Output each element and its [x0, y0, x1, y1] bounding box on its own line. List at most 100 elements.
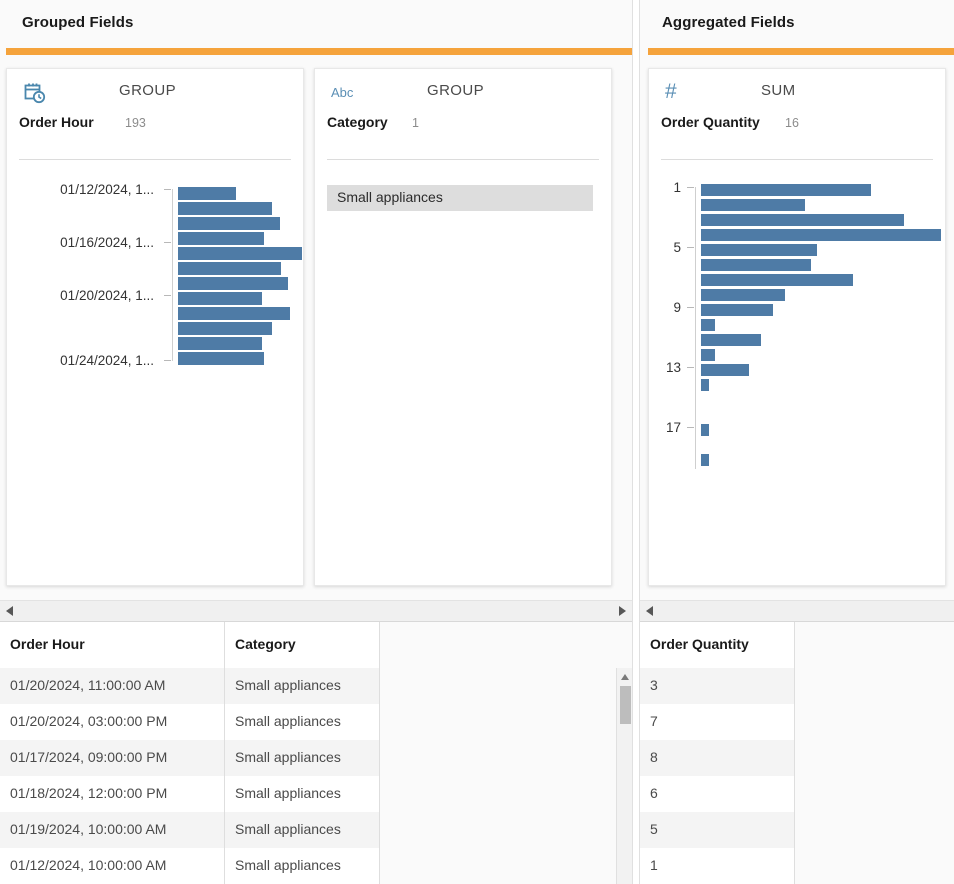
table-row[interactable]: 01/19/2024, 10:00:00 AM Small appliances — [0, 812, 380, 848]
order-hour-bar-chart[interactable]: 01/12/2024, 1... 01/16/2024, 1... 01/20/… — [7, 167, 303, 581]
axis-tick-label: 17 — [649, 420, 681, 435]
chart-bar[interactable] — [178, 352, 264, 365]
grouped-fields-title: Grouped Fields — [22, 14, 133, 31]
card-divider — [661, 159, 933, 160]
chart-bar[interactable] — [701, 364, 749, 376]
chart-bar[interactable] — [178, 292, 262, 305]
field-card-order-hour[interactable]: GROUP Order Hour 193 01/12/2024, 1... — [6, 68, 304, 586]
table-row[interactable]: 01/12/2024, 10:00:00 AM Small appliances — [0, 848, 380, 884]
axis-tick — [687, 187, 694, 188]
table-row[interactable]: 01/20/2024, 11:00:00 AM Small appliances — [0, 668, 380, 704]
table-cell-text: Small appliances — [235, 749, 341, 765]
chart-bar[interactable] — [701, 334, 761, 346]
left-data-grid[interactable]: Order Hour Category 01/20/2024, 11:00:00… — [0, 622, 632, 884]
left-pane-hscrollbar[interactable] — [0, 600, 632, 622]
left-arrow-icon[interactable] — [6, 606, 13, 616]
field-card-category[interactable]: Abc GROUP Category 1 Small appliances — [314, 68, 612, 586]
card-field-row: Order Quantity 16 — [649, 111, 945, 145]
column-header-order-quantity[interactable]: Order Quantity — [640, 622, 795, 668]
table-row[interactable]: 8 — [640, 740, 795, 776]
chart-bar[interactable] — [178, 337, 262, 350]
chart-bar[interactable] — [178, 217, 280, 230]
chart-bar[interactable] — [701, 319, 715, 331]
chart-bar[interactable] — [178, 187, 236, 200]
table-row[interactable]: 7 — [640, 704, 795, 740]
chart-bar[interactable] — [178, 277, 288, 290]
table-row[interactable]: 1 — [640, 848, 795, 884]
table-row[interactable]: 01/20/2024, 03:00:00 PM Small appliances — [0, 704, 380, 740]
chart-bar[interactable] — [701, 379, 709, 391]
axis-tick — [164, 242, 171, 243]
chart-bar[interactable] — [701, 199, 805, 211]
table-cell-text: 01/17/2024, 09:00:00 PM — [10, 749, 167, 765]
chart-bar[interactable] — [178, 322, 272, 335]
card-aggregation-label: GROUP — [119, 82, 176, 99]
chart-bar[interactable] — [701, 349, 715, 361]
axis-tick — [687, 307, 694, 308]
column-header-label: Order Quantity — [650, 636, 749, 652]
up-arrow-icon[interactable] — [621, 674, 629, 680]
table-row[interactable]: 3 — [640, 668, 795, 704]
table-row[interactable]: 5 — [640, 812, 795, 848]
table-cell: 7 — [640, 704, 795, 740]
chart-bar[interactable] — [701, 454, 709, 466]
chart-bar[interactable] — [701, 214, 904, 226]
column-header-category[interactable]: Category — [225, 622, 380, 668]
axis-tick-label: 5 — [649, 240, 681, 255]
chart-bar[interactable] — [701, 274, 853, 286]
table-cell: Small appliances — [225, 848, 380, 884]
order-quantity-bar-chart[interactable]: 1 5 9 13 17 — [649, 167, 945, 581]
chart-bar[interactable] — [178, 202, 272, 215]
table-cell: 01/20/2024, 03:00:00 PM — [0, 704, 225, 740]
grid-body: 01/20/2024, 11:00:00 AM Small appliances… — [0, 668, 632, 884]
table-cell: 01/19/2024, 10:00:00 AM — [0, 812, 225, 848]
pane-divider[interactable] — [632, 0, 640, 884]
scrollbar-thumb[interactable] — [620, 686, 631, 724]
left-grid-vscrollbar[interactable] — [616, 668, 632, 884]
table-cell-text: 8 — [650, 749, 658, 765]
axis-tick — [164, 360, 171, 361]
left-arrow-icon[interactable] — [646, 606, 653, 616]
right-arrow-icon[interactable] — [619, 606, 626, 616]
table-cell: 6 — [640, 776, 795, 812]
table-cell: 3 — [640, 668, 795, 704]
table-cell-text: Small appliances — [235, 785, 341, 801]
category-member-list[interactable]: Small appliances — [315, 167, 611, 581]
chart-bar[interactable] — [178, 262, 281, 275]
table-row[interactable]: 01/17/2024, 09:00:00 PM Small appliances — [0, 740, 380, 776]
column-header-order-hour[interactable]: Order Hour — [0, 622, 225, 668]
card-distinct-count: 16 — [785, 116, 799, 130]
table-cell: Small appliances — [225, 812, 380, 848]
list-item[interactable]: Small appliances — [327, 185, 593, 211]
chart-bar[interactable] — [701, 244, 817, 256]
card-aggregation-label: SUM — [761, 82, 796, 99]
axis-tick-label: 01/24/2024, 1... — [7, 353, 154, 368]
list-item-label: Small appliances — [337, 189, 443, 205]
right-pane-hscrollbar[interactable] — [640, 600, 954, 622]
chart-bar[interactable] — [701, 259, 811, 271]
table-cell: 01/12/2024, 10:00:00 AM — [0, 848, 225, 884]
chart-bar[interactable] — [701, 304, 773, 316]
chart-bar[interactable] — [701, 184, 871, 196]
chart-bar[interactable] — [178, 307, 290, 320]
table-cell: Small appliances — [225, 740, 380, 776]
card-divider — [19, 159, 291, 160]
table-row[interactable]: 6 — [640, 776, 795, 812]
table-cell-text: Small appliances — [235, 857, 341, 873]
grouped-fields-accent-bar — [6, 48, 632, 55]
right-data-grid[interactable]: Order Quantity 3 7 8 6 5 — [640, 622, 954, 884]
table-cell-text: 01/19/2024, 10:00:00 AM — [10, 821, 166, 837]
card-type-row: GROUP — [7, 69, 303, 111]
table-cell-text: 01/20/2024, 11:00:00 AM — [10, 677, 165, 693]
chart-bar[interactable] — [178, 232, 264, 245]
card-field-name: Order Quantity — [661, 114, 760, 130]
chart-bar[interactable] — [701, 229, 941, 241]
axis-tick — [164, 295, 171, 296]
chart-bar[interactable] — [701, 424, 709, 436]
card-field-name: Category — [327, 114, 388, 130]
chart-bar[interactable] — [701, 289, 785, 301]
field-card-order-quantity[interactable]: # SUM Order Quantity 16 — [648, 68, 946, 586]
table-row[interactable]: 01/18/2024, 12:00:00 PM Small appliances — [0, 776, 380, 812]
axis-tick-label: 01/20/2024, 1... — [7, 288, 154, 303]
chart-bar[interactable] — [178, 247, 302, 260]
